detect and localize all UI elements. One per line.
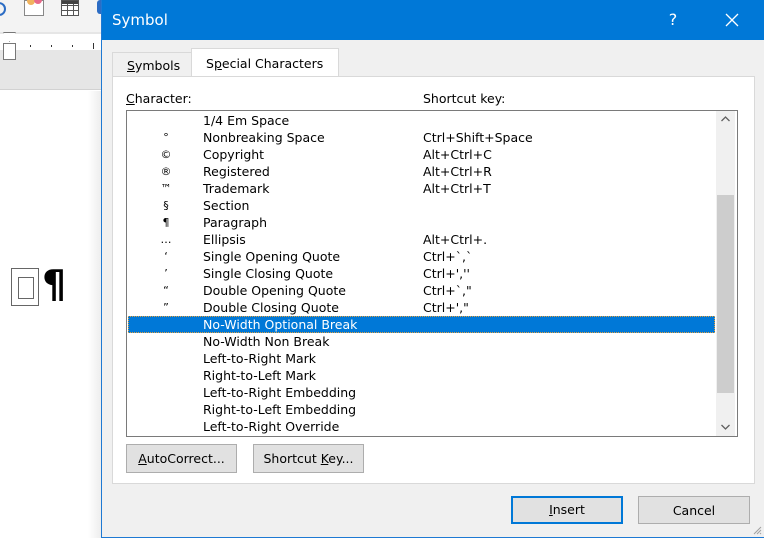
character-name: Trademark <box>203 181 270 196</box>
list-item[interactable]: ” Double Closing Quote Ctrl+'," <box>128 299 715 316</box>
list-item[interactable]: Left-to-Right Override <box>128 418 715 435</box>
list-item[interactable]: No-Width Non Break <box>128 333 715 350</box>
table-icon[interactable] <box>61 0 79 16</box>
symbol-dialog: Symbol ? Symbols Special Characters Char… <box>101 0 764 538</box>
autocorrect-button[interactable]: AutoCorrect... <box>126 444 237 473</box>
special-characters-list[interactable]: 1/4 Em Space ° Nonbreaking Space Ctrl+Shift… <box>126 110 738 437</box>
list-item[interactable]: … Ellipsis Alt+Ctrl+. <box>128 231 715 248</box>
character-symbol: ™ <box>160 182 172 195</box>
list-item[interactable]: ° Nonbreaking Space Ctrl+Shift+Space <box>128 129 715 146</box>
vertical-scrollbar[interactable] <box>716 111 735 436</box>
character-shortcut: Ctrl+'," <box>423 300 469 315</box>
list-item[interactable]: Left-to-Right Embedding <box>128 384 715 401</box>
character-name: Single Opening Quote <box>203 249 341 264</box>
character-symbol: ‘ <box>164 250 168 263</box>
special-characters-panel: Character: Shortcut key: 1/4 Em Space ° No… <box>112 76 755 484</box>
character-symbol: ” <box>163 301 169 314</box>
character-shortcut: Ctrl+`,` <box>423 249 473 264</box>
character-shortcut: Alt+Ctrl+T <box>423 181 491 196</box>
list-item[interactable]: Right-to-Left Embedding <box>128 401 715 418</box>
list-item[interactable]: “ Double Opening Quote Ctrl+`," <box>128 282 715 299</box>
list-item[interactable]: ™ Trademark Alt+Ctrl+T <box>128 180 715 197</box>
list-item[interactable]: ‘ Single Opening Quote Ctrl+`,` <box>128 248 715 265</box>
list-item[interactable]: ’ Single Closing Quote Ctrl+','' <box>128 265 715 282</box>
insert-button[interactable]: Insert <box>511 496 623 524</box>
scroll-up-button[interactable] <box>716 111 735 128</box>
list-item[interactable]: ¶ Paragraph <box>128 214 715 231</box>
character-name: Section <box>203 198 250 213</box>
character-shortcut: Ctrl+Shift+Space <box>423 130 533 145</box>
close-button[interactable] <box>708 4 754 36</box>
first-line-indent-handle[interactable] <box>3 32 16 42</box>
character-name: Copyright <box>203 147 265 162</box>
help-button[interactable]: ? <box>650 4 696 36</box>
list-item[interactable]: ® Registered Alt+Ctrl+R <box>128 163 715 180</box>
list-item[interactable]: © Copyright Alt+Ctrl+C <box>128 146 715 163</box>
close-icon <box>725 13 739 27</box>
list-item[interactable]: Right-to-Left Mark <box>128 367 715 384</box>
ribbon-circle-icon[interactable] <box>0 2 6 16</box>
scrollbar-thumb[interactable] <box>717 195 734 393</box>
list-item[interactable]: 1/4 Em Space <box>128 112 715 129</box>
character-name: No-Width Non Break <box>203 334 330 349</box>
character-name: Left-to-Right Override <box>203 419 340 434</box>
ruler-tick <box>93 43 94 49</box>
tab-special-characters[interactable]: Special Characters <box>191 48 339 78</box>
mail-merge-icon[interactable] <box>24 0 44 16</box>
character-name: Double Opening Quote <box>203 283 346 298</box>
ruler-tick <box>72 45 73 47</box>
paragraph-mark: ¶ <box>42 262 67 306</box>
list-item[interactable]: No-Width Optional Break <box>128 316 715 333</box>
character-name: Double Closing Quote <box>203 300 339 315</box>
character-name: Right-to-Left Mark <box>203 368 317 383</box>
chevron-up-icon <box>721 116 730 122</box>
dialog-titlebar[interactable]: Symbol ? <box>102 0 764 40</box>
character-name: Left-to-Right Mark <box>203 351 317 366</box>
character-name: Ellipsis <box>203 232 246 247</box>
character-shortcut: Alt+Ctrl+. <box>423 232 488 247</box>
cancel-button[interactable]: Cancel <box>638 496 750 524</box>
tab-special-characters-label: Special Characters <box>206 56 324 71</box>
character-name: Left-to-Right Embedding <box>203 385 357 400</box>
list-item[interactable]: Left-to-Right Mark <box>128 350 715 367</box>
character-name: Paragraph <box>203 215 268 230</box>
ruler-tick <box>51 45 52 47</box>
character-symbol: © <box>160 148 172 161</box>
character-name: No-Width Optional Break <box>203 317 358 332</box>
character-name: Registered <box>203 164 270 179</box>
document-canvas[interactable] <box>0 91 100 538</box>
character-shortcut: Ctrl+`," <box>423 283 472 298</box>
character-shortcut: Alt+Ctrl+R <box>423 164 492 179</box>
character-symbol: ’ <box>164 267 168 280</box>
ruler-tick <box>30 45 31 47</box>
tab-symbols[interactable]: Symbols <box>112 52 191 78</box>
character-name: 1/4 Em Space <box>203 113 290 128</box>
dialog-title: Symbol <box>112 11 168 29</box>
shortcut-key-button[interactable]: Shortcut Key... <box>253 444 364 473</box>
character-symbol: … <box>160 233 172 246</box>
resize-grip-icon[interactable] <box>752 525 762 535</box>
character-symbol: ® <box>160 165 172 178</box>
character-shortcut: Alt+Ctrl+C <box>423 147 492 162</box>
indent-marker[interactable] <box>3 32 16 60</box>
optional-break-marker-icon <box>11 268 39 306</box>
character-name: Right-to-Left Embedding <box>203 402 357 417</box>
document-edge-shadow <box>88 91 102 538</box>
chevron-down-icon <box>721 424 730 430</box>
scroll-down-button[interactable] <box>716 419 735 436</box>
character-column-label: Character: <box>126 91 192 106</box>
character-name: Single Closing Quote <box>203 266 334 281</box>
character-symbol: § <box>163 199 169 212</box>
list-item[interactable]: § Section <box>128 197 715 214</box>
character-symbol: “ <box>163 284 169 297</box>
character-name: Nonbreaking Space <box>203 130 325 145</box>
shortcut-key-column-label: Shortcut key: <box>423 91 506 106</box>
character-symbol: ¶ <box>162 216 170 229</box>
tab-symbols-label: Symbols <box>127 58 181 73</box>
left-indent-handle[interactable] <box>3 43 16 60</box>
character-symbol: ° <box>163 131 169 144</box>
character-shortcut: Ctrl+','' <box>423 266 470 281</box>
